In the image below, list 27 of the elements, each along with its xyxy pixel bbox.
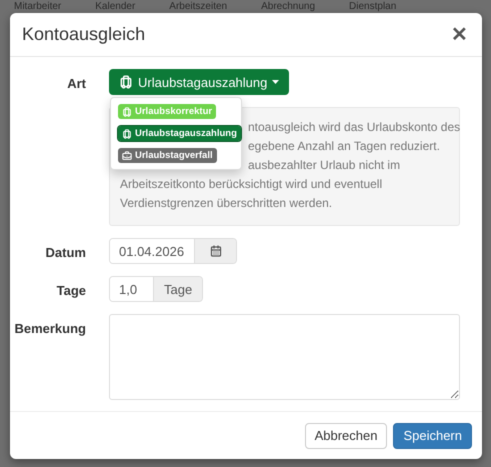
field-label: Art [66,75,86,91]
calendar-button[interactable] [194,239,236,263]
field-label: Datum [44,244,86,260]
field-label: Bemerkung [13,320,86,336]
calendar-icon [210,245,222,257]
remark-field[interactable] [109,314,460,400]
info-text: egebene Anzahl an Tagen reduziert. [248,138,440,155]
info-text: Verdienstgrenzen überschritten werden. [120,195,332,212]
info-text: ausbezahlter Urlaub nicht im [248,157,400,174]
suitcase-icon [122,128,132,138]
caret-icon [272,80,280,84]
close-button[interactable]: ✕ [451,22,468,47]
date-field[interactable]: 01.04.2026 [109,238,237,264]
save-button[interactable]: Speichern [393,422,472,448]
field-label: Tage [56,282,86,298]
info-text: ntoausgleich wird das Urlaubskonto des [248,119,460,136]
briefcase-icon [122,150,132,160]
menu-item[interactable]: Urlaubstagauszahlung [118,126,241,141]
suitcase-icon [122,106,132,116]
dialog-title: Kontoausgleich [22,24,146,45]
type-dropdown[interactable]: Urlaubstagauszahlung [109,69,290,95]
unit-addon: Tage [153,277,202,301]
days-field[interactable]: 1,0 Tage [109,276,204,302]
info-text: Arbeitszeitkonto berücksichtigt wird und eventuell [120,176,382,193]
menu-item[interactable]: Urlaubstagverfall [118,148,217,163]
cancel-button[interactable]: Abbrechen [304,422,388,448]
suitcase-icon [119,75,133,89]
